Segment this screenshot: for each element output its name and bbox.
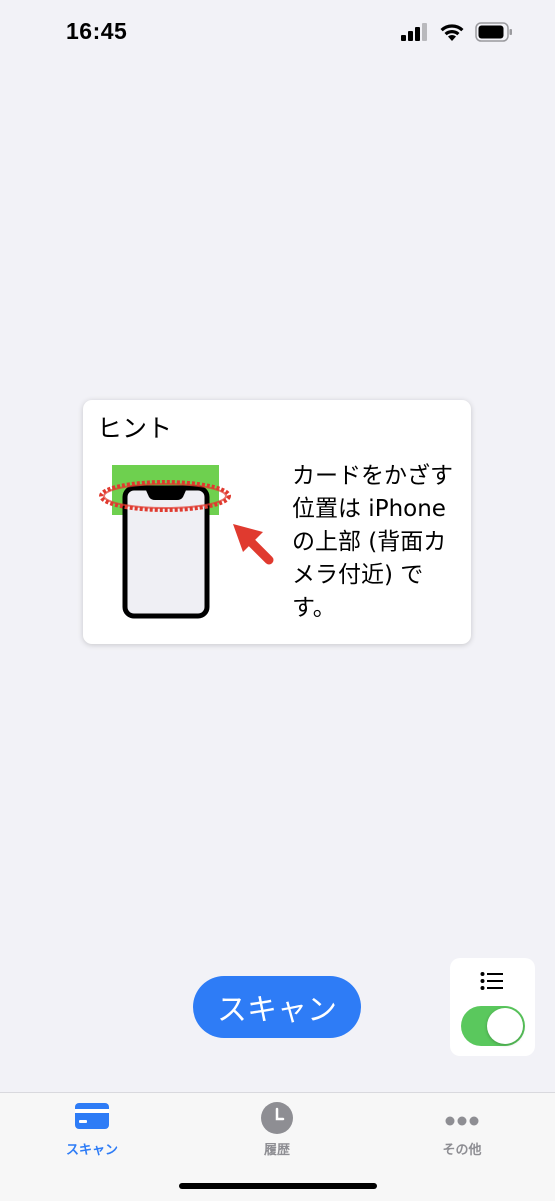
- hint-illustration: [97, 460, 277, 625]
- scan-button[interactable]: スキャン: [193, 976, 361, 1038]
- toggle-panel: [450, 958, 535, 1056]
- toggle-switch[interactable]: [461, 1006, 525, 1046]
- tab-label: その他: [442, 1143, 482, 1158]
- tab-history[interactable]: 履歴: [207, 1093, 347, 1173]
- home-indicator: [179, 1183, 377, 1189]
- tab-label: スキャン: [65, 1143, 118, 1158]
- cellular-signal-icon: [401, 23, 429, 45]
- battery-icon: [475, 22, 513, 46]
- list-icon[interactable]: [480, 971, 504, 995]
- tab-more[interactable]: その他: [392, 1093, 532, 1173]
- status-bar: 16:45: [0, 0, 555, 66]
- hint-title: ヒント: [97, 414, 173, 443]
- status-time: 16:45: [66, 18, 128, 44]
- arrow-icon: [233, 524, 274, 565]
- tab-scan[interactable]: スキャン: [22, 1093, 162, 1173]
- hint-text: カードをかざす位置は iPhone の上部 (背面カメラ付近) です。: [292, 463, 453, 621]
- status-icons: [401, 22, 513, 46]
- tab-label: 履歴: [263, 1143, 290, 1158]
- toggle-knob: [487, 1008, 523, 1044]
- clock-icon: [261, 1102, 293, 1138]
- card-icon: [75, 1103, 109, 1133]
- more-icon: [445, 1111, 479, 1130]
- wifi-icon: [439, 23, 465, 46]
- hint-card: ヒント カードをかざす位置は iPhone の上部 (背面カメラ付近) です。: [83, 400, 471, 644]
